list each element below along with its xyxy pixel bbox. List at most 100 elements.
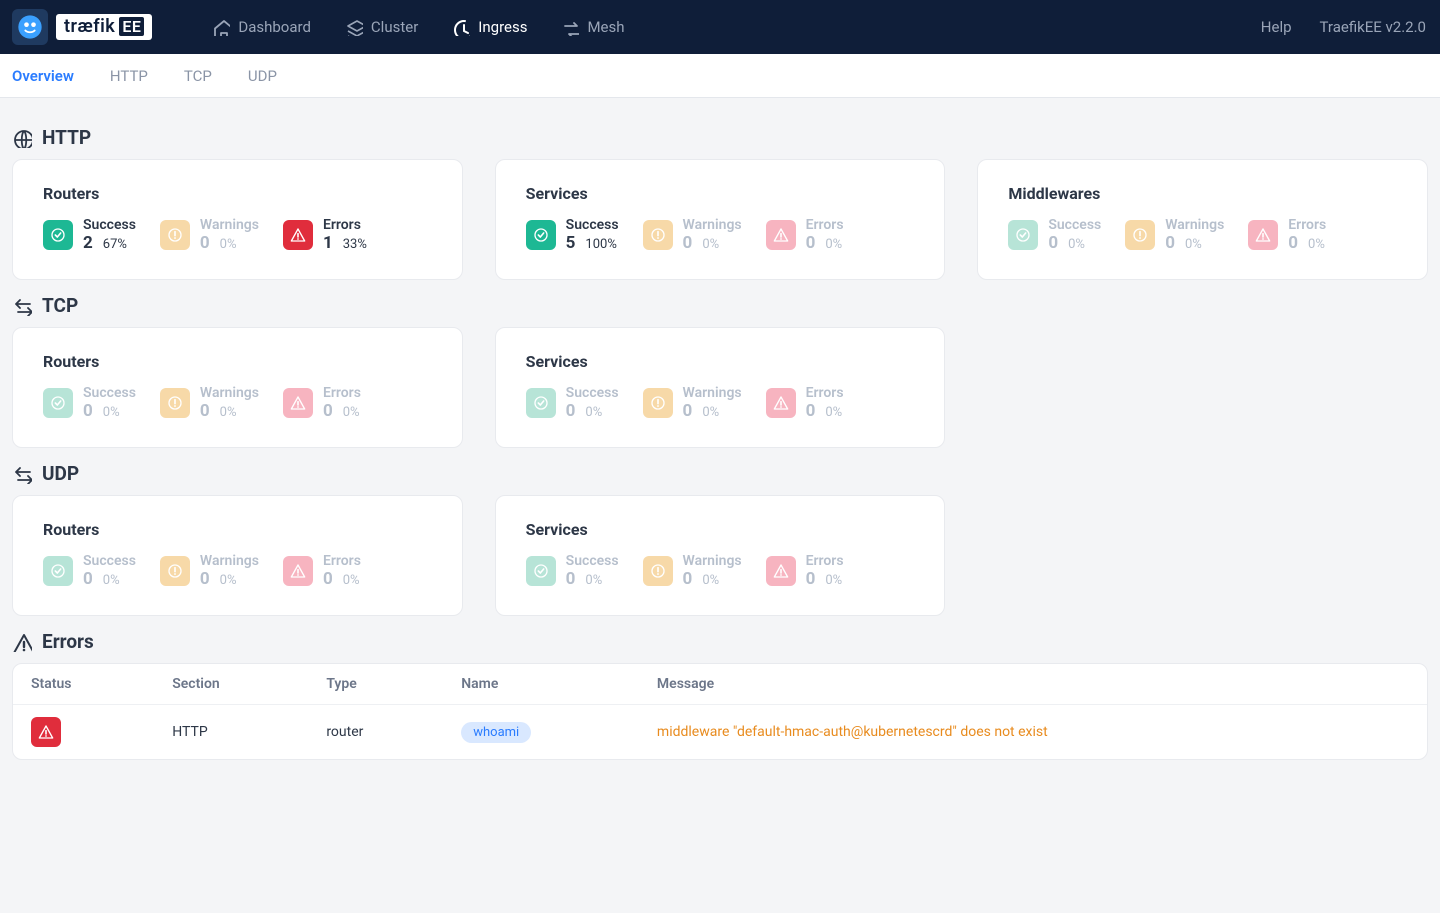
stat-warnings[interactable]: Warnings 00% bbox=[160, 553, 259, 589]
stat-percent: 0% bbox=[585, 573, 602, 588]
section-head-errors: Errors bbox=[12, 630, 1428, 653]
success-icon bbox=[526, 388, 556, 418]
card-title: Middlewares bbox=[1008, 184, 1397, 203]
stat-errors[interactable]: Errors 00% bbox=[766, 217, 844, 253]
success-icon bbox=[43, 556, 73, 586]
warnings-icon bbox=[160, 388, 190, 418]
stat-count: 0 bbox=[200, 401, 210, 421]
nav-item-ingress[interactable]: Ingress bbox=[452, 18, 527, 36]
cell-type: router bbox=[308, 705, 443, 760]
globe-icon bbox=[12, 128, 32, 148]
nav-item-dashboard[interactable]: Dashboard bbox=[212, 18, 311, 36]
dashboard-icon bbox=[212, 18, 230, 36]
brand: træfikEE bbox=[12, 9, 152, 45]
stat-warnings[interactable]: Warnings 00% bbox=[643, 385, 742, 421]
card-services: Services Success 00% Warnings 00% Errors… bbox=[495, 495, 946, 616]
col-status: Status bbox=[13, 664, 154, 705]
stat-label: Success bbox=[566, 385, 619, 401]
stat-warnings[interactable]: Warnings 00% bbox=[643, 217, 742, 253]
col-section: Section bbox=[154, 664, 308, 705]
card-title: Services bbox=[526, 184, 915, 203]
stat-percent: 67% bbox=[103, 237, 127, 252]
stat-success[interactable]: Success 267% bbox=[43, 217, 136, 253]
stat-percent: 0% bbox=[103, 573, 120, 588]
stat-errors[interactable]: Errors 00% bbox=[766, 385, 844, 421]
stat-warnings[interactable]: Warnings 00% bbox=[160, 217, 259, 253]
swap-icon bbox=[12, 464, 32, 484]
nav-item-label: Dashboard bbox=[238, 18, 311, 36]
success-icon bbox=[43, 388, 73, 418]
error-icon bbox=[31, 717, 61, 747]
stat-success[interactable]: Success 00% bbox=[526, 553, 619, 589]
stat-percent: 0% bbox=[220, 237, 237, 252]
stat-percent: 0% bbox=[1068, 237, 1085, 252]
nav-item-mesh[interactable]: Mesh bbox=[561, 18, 624, 36]
stat-errors[interactable]: Errors 00% bbox=[283, 553, 361, 589]
errors-icon bbox=[766, 388, 796, 418]
section-title: UDP bbox=[42, 462, 79, 485]
nav-item-cluster[interactable]: Cluster bbox=[345, 18, 418, 36]
card-routers: Routers Success 00% Warnings 00% Errors … bbox=[12, 327, 463, 448]
warnings-icon bbox=[1125, 220, 1155, 250]
card-routers: Routers Success 267% Warnings 00% Errors… bbox=[12, 159, 463, 280]
cell-message: middleware "default-hmac-auth@kubernetes… bbox=[639, 705, 1427, 760]
stat-percent: 0% bbox=[343, 573, 360, 588]
subnav-tab-http[interactable]: HTTP bbox=[110, 67, 148, 85]
help-link[interactable]: Help bbox=[1261, 18, 1292, 36]
stat-count: 0 bbox=[806, 401, 816, 421]
stat-errors[interactable]: Errors 00% bbox=[766, 553, 844, 589]
subnav: Overview HTTP TCP UDP bbox=[0, 54, 1440, 98]
table-row[interactable]: HTTP router whoami middleware "default-h… bbox=[13, 705, 1427, 760]
stat-count: 0 bbox=[323, 401, 333, 421]
cards-row: Routers Success 00% Warnings 00% Errors … bbox=[12, 495, 1428, 616]
warning-triangle-icon bbox=[12, 632, 32, 652]
stat-label: Warnings bbox=[1165, 217, 1224, 233]
stat-count: 0 bbox=[683, 401, 693, 421]
stat-warnings[interactable]: Warnings 00% bbox=[160, 385, 259, 421]
card-middlewares: Middlewares Success 00% Warnings 00% Err… bbox=[977, 159, 1428, 280]
section-head-tcp: TCP bbox=[12, 294, 1428, 317]
stat-percent: 0% bbox=[1308, 237, 1325, 252]
errors-table: StatusSectionTypeNameMessage HTTP router… bbox=[12, 663, 1428, 760]
cell-section: HTTP bbox=[154, 705, 308, 760]
stat-count: 0 bbox=[1288, 233, 1298, 253]
stat-success[interactable]: Success 00% bbox=[43, 553, 136, 589]
stat-label: Warnings bbox=[200, 553, 259, 569]
errors-icon bbox=[766, 220, 796, 250]
col-type: Type bbox=[308, 664, 443, 705]
stat-percent: 100% bbox=[585, 237, 616, 252]
errors-icon bbox=[1248, 220, 1278, 250]
stat-label: Warnings bbox=[200, 217, 259, 233]
card-title: Routers bbox=[43, 352, 432, 371]
subnav-tab-overview[interactable]: Overview bbox=[12, 67, 74, 85]
card-services: Services Success 5100% Warnings 00% Erro… bbox=[495, 159, 946, 280]
card-routers: Routers Success 00% Warnings 00% Errors … bbox=[12, 495, 463, 616]
nav-item-label: Ingress bbox=[478, 18, 527, 36]
stat-label: Warnings bbox=[200, 385, 259, 401]
stat-percent: 33% bbox=[343, 237, 367, 252]
stat-warnings[interactable]: Warnings 00% bbox=[643, 553, 742, 589]
card-title: Routers bbox=[43, 184, 432, 203]
cards-row: Routers Success 267% Warnings 00% Errors… bbox=[12, 159, 1428, 280]
stat-errors[interactable]: Errors 00% bbox=[1248, 217, 1326, 253]
stat-label: Errors bbox=[806, 385, 844, 401]
subnav-tab-tcp[interactable]: TCP bbox=[184, 67, 212, 85]
section-head-http: HTTP bbox=[12, 126, 1428, 149]
stat-warnings[interactable]: Warnings 00% bbox=[1125, 217, 1224, 253]
stat-success[interactable]: Success 00% bbox=[43, 385, 136, 421]
stat-percent: 0% bbox=[343, 405, 360, 420]
stat-count: 5 bbox=[566, 233, 576, 253]
stat-percent: 0% bbox=[825, 573, 842, 588]
stat-success[interactable]: Success 00% bbox=[1008, 217, 1101, 253]
stat-errors[interactable]: Errors 00% bbox=[283, 385, 361, 421]
success-icon bbox=[1008, 220, 1038, 250]
swap-icon bbox=[12, 296, 32, 316]
stat-errors[interactable]: Errors 133% bbox=[283, 217, 367, 253]
subnav-tab-udp[interactable]: UDP bbox=[248, 67, 277, 85]
stat-percent: 0% bbox=[220, 573, 237, 588]
section-title: Errors bbox=[42, 630, 94, 653]
stat-percent: 0% bbox=[702, 405, 719, 420]
stat-success[interactable]: Success 00% bbox=[526, 385, 619, 421]
name-chip[interactable]: whoami bbox=[461, 722, 531, 743]
stat-success[interactable]: Success 5100% bbox=[526, 217, 619, 253]
